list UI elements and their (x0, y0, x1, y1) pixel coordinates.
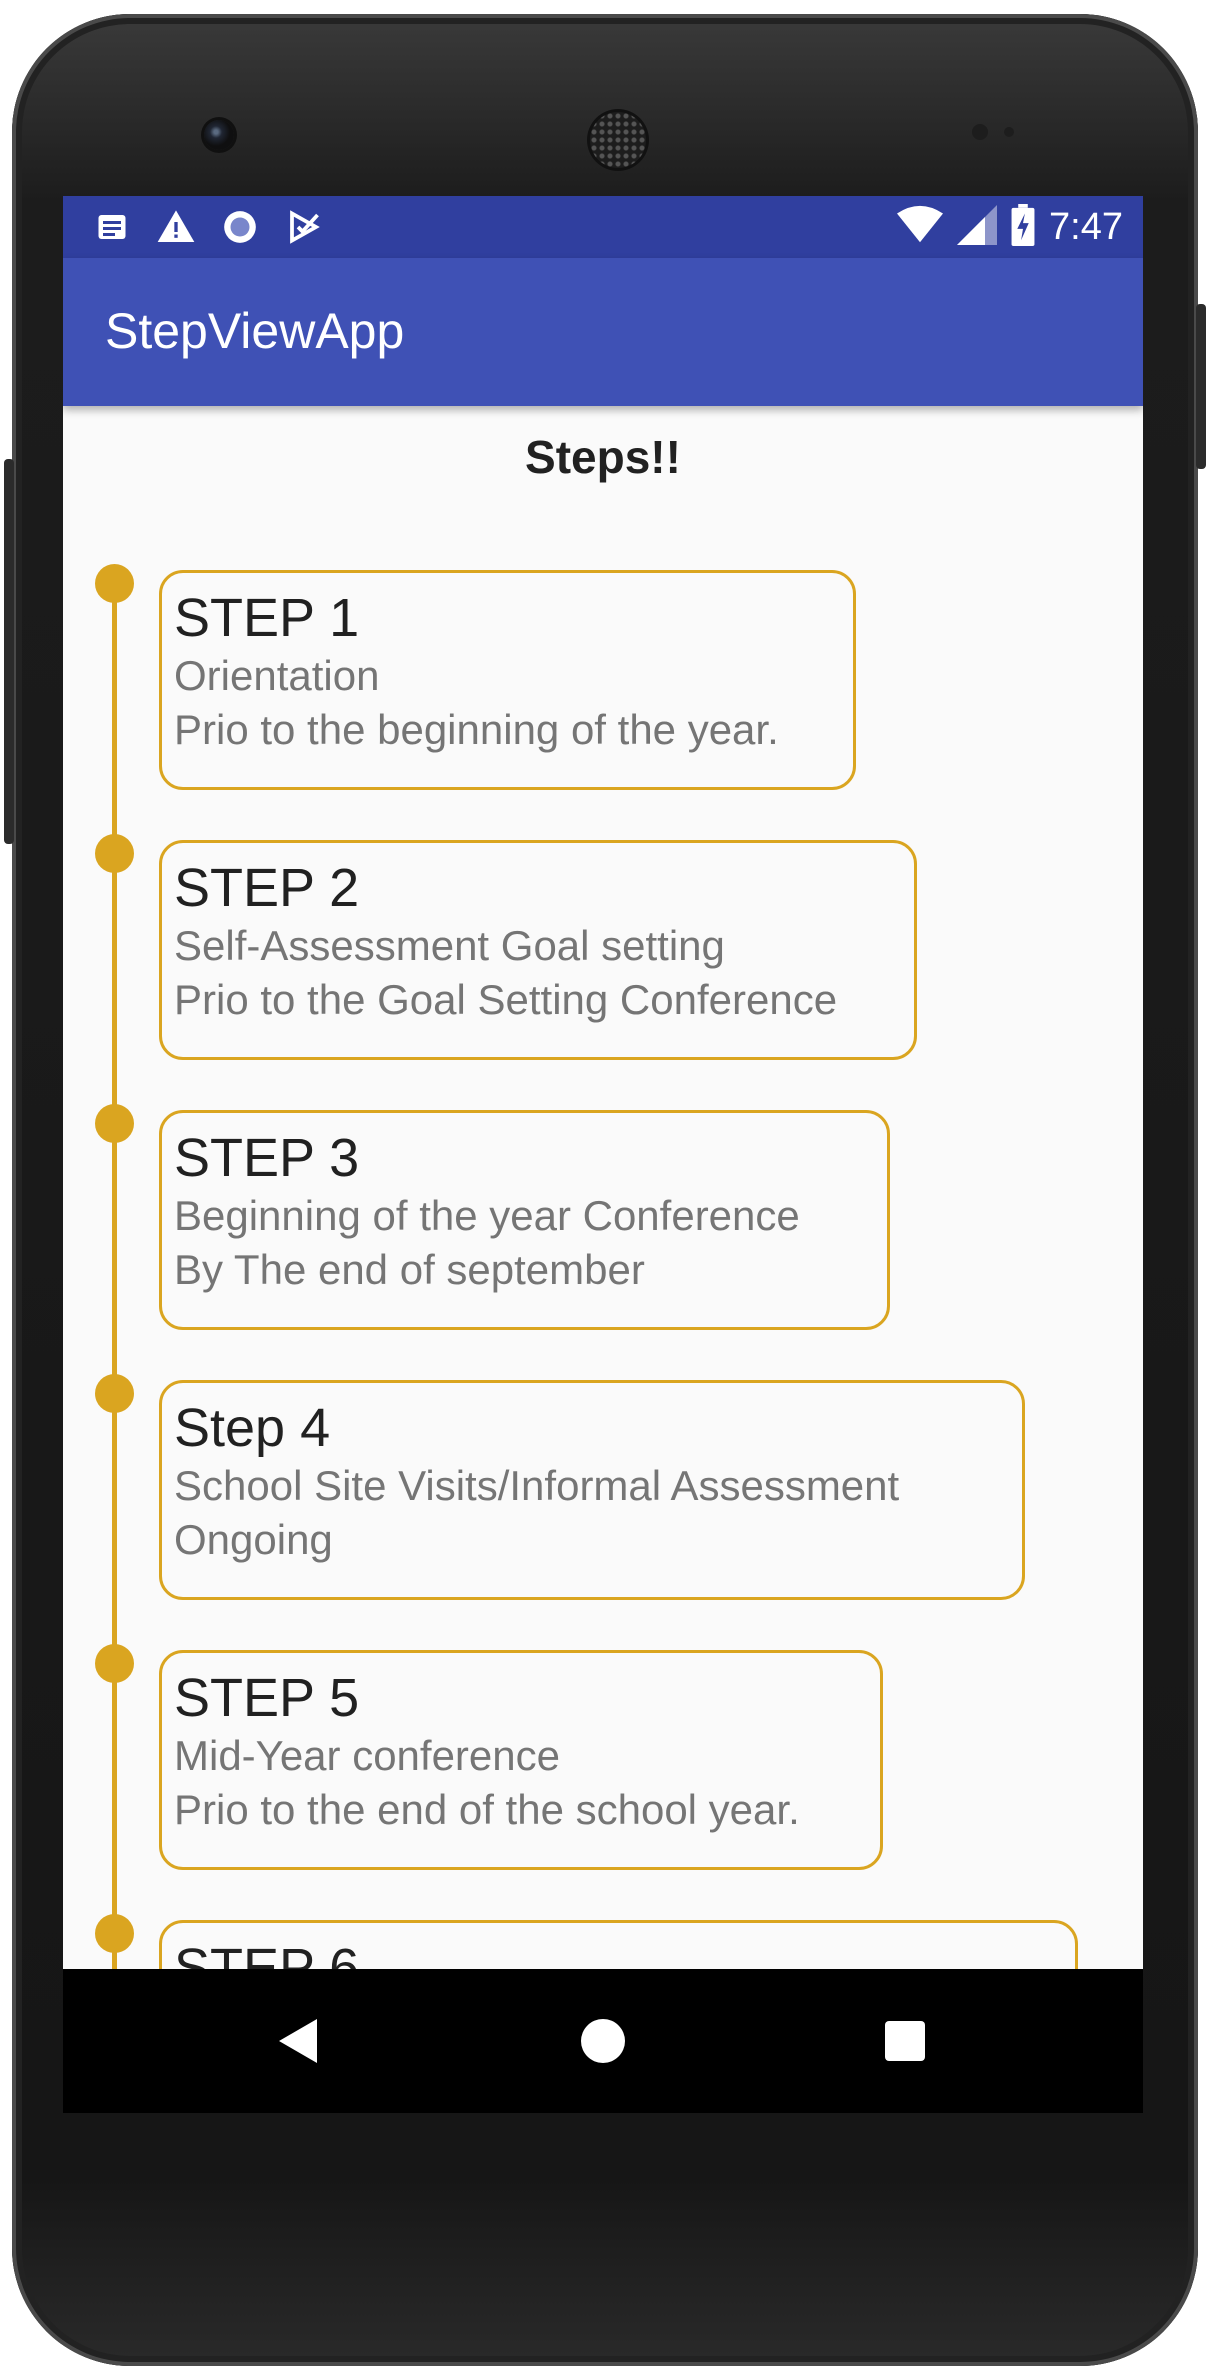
step-card-5[interactable]: STEP 5 Mid-Year conference Prio to the e… (159, 1650, 883, 1870)
step-description: School Site Visits/Informal Assessment (174, 1462, 900, 1509)
wifi-icon (897, 205, 944, 250)
step-timing: Ongoing (174, 1516, 333, 1563)
step-title: STEP 5 (174, 1668, 360, 1728)
step-description: Self-Assessment Goal setting (174, 922, 725, 969)
power-button (4, 459, 14, 844)
proximity-sensor (972, 124, 988, 140)
step-description: Beginning of the year Conference (174, 1192, 800, 1239)
step-card-1[interactable]: STEP 1 Orientation Prio to the beginning… (159, 570, 856, 790)
step-card-4[interactable]: Step 4 School Site Visits/Informal Asses… (159, 1380, 1025, 1600)
step-marker (95, 564, 134, 603)
step-title: STEP 1 (174, 588, 360, 648)
step-card-2[interactable]: STEP 2 Self-Assessment Goal setting Prio… (159, 840, 917, 1060)
step-timing: By The end of september (174, 1246, 645, 1293)
status-bar: 7:47 (63, 196, 1143, 258)
task-check-icon (283, 206, 325, 248)
warning-icon (155, 206, 197, 248)
earpiece-speaker (590, 112, 646, 168)
notes-icon (91, 206, 133, 248)
record-icon (219, 206, 261, 248)
step-title: STEP 6 (174, 1938, 360, 1969)
navigation-bar (63, 1969, 1143, 2113)
step-marker (95, 1644, 134, 1683)
step-description: Mid-Year conference (174, 1732, 560, 1779)
notification-icons (91, 206, 325, 248)
step-timing: Prio to the beginning of the year. (174, 706, 779, 753)
page-heading: Steps!! (525, 431, 681, 483)
step-title: STEP 2 (174, 858, 360, 918)
step-marker (95, 1104, 134, 1143)
back-icon[interactable] (267, 2009, 331, 2073)
recents-icon[interactable] (873, 2009, 937, 2073)
light-sensor (1004, 127, 1014, 137)
home-icon[interactable] (571, 2009, 635, 2073)
battery-charging-icon (1011, 204, 1035, 251)
step-title: Step 4 (174, 1398, 331, 1458)
system-indicators: 7:47 (897, 204, 1123, 251)
step-card-3[interactable]: STEP 3 Beginning of the year Conference … (159, 1110, 890, 1330)
step-title: STEP 3 (174, 1128, 360, 1188)
step-timing: Prio to the Goal Setting Conference (174, 976, 838, 1023)
app-bar: StepViewApp (63, 258, 1143, 406)
front-camera (204, 120, 234, 150)
step-timing: Prio to the end of the school year. (174, 1786, 800, 1833)
screen: 7:47 StepViewApp Steps!! STEP 1 Orientat… (63, 196, 1143, 2113)
volume-button (1196, 304, 1206, 469)
step-marker (95, 834, 134, 873)
clock: 7:47 (1049, 206, 1123, 248)
step-card-6[interactable]: STEP 6 (159, 1920, 1078, 1969)
step-description: Orientation (174, 652, 380, 699)
app-title: StepViewApp (105, 303, 405, 359)
steps-scroll-view[interactable]: Steps!! STEP 1 Orientation Prio to the b… (63, 406, 1143, 1969)
timeline-line (112, 581, 117, 1969)
step-marker (95, 1914, 134, 1953)
step-marker (95, 1374, 134, 1413)
cell-signal-icon (957, 205, 998, 250)
